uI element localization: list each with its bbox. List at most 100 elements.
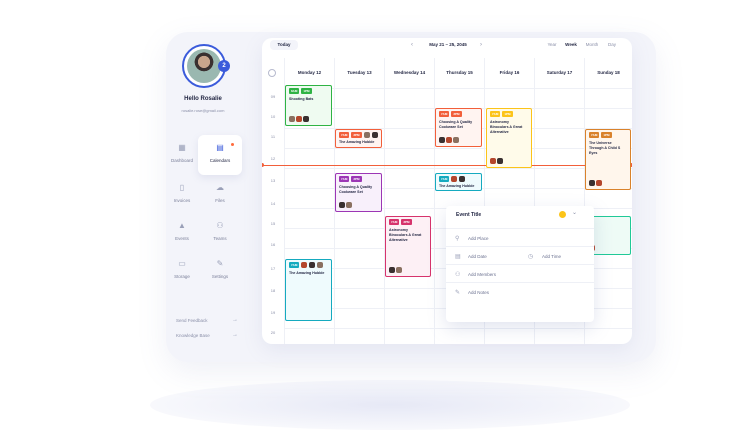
add-date-label[interactable]: Add Date (468, 254, 487, 259)
clock-icon: ◷ (528, 254, 534, 260)
event-card[interactable]: 7AM 3PM Choosing A Quality Cookware Set (435, 108, 482, 147)
link-label: Send Feedback (176, 318, 208, 323)
time-tag: 7AM (439, 111, 450, 117)
add-notes-row[interactable]: ✎ Add Notes (446, 282, 594, 300)
time-tag: 7AM (490, 111, 501, 117)
arrow-right-icon: → (232, 317, 238, 323)
avatar (187, 49, 221, 83)
sidebar-item-label: Calendars (209, 158, 231, 163)
pencil-icon: ✎ (455, 290, 461, 296)
mountain-icon: ▲ (178, 221, 186, 230)
day-divider (434, 58, 435, 344)
next-week-button[interactable]: › (476, 40, 486, 50)
event-card[interactable]: 7AM 3PM Astronomy Binoculars A Great Alte… (385, 216, 431, 277)
hour-label: 17 (270, 266, 276, 271)
event-card[interactable]: 7AM 1PM Astronomy Binoculars A Great Alte… (486, 108, 532, 168)
hour-divider (284, 168, 632, 169)
add-place-label: Add Place (468, 236, 489, 241)
sidebar-item-files[interactable]: ☁ Files (198, 175, 242, 215)
event-title: Astronomy Binoculars A Great Alternative (389, 228, 422, 242)
send-feedback-link[interactable]: Send Feedback → (176, 317, 238, 323)
greeting: Hello Rosalie (184, 96, 222, 102)
tab-day[interactable]: Day (602, 40, 622, 50)
hour-divider (284, 328, 632, 329)
attendee-avatars (589, 180, 602, 186)
hour-label: 16 (270, 242, 276, 247)
invoice-icon: ▯ (179, 183, 185, 192)
event-title: Shooting Bats (289, 97, 314, 101)
day-header: Monday 12 (284, 58, 334, 88)
background-glow (150, 380, 630, 430)
add-place-row[interactable]: ⚲ Add Place (446, 228, 594, 246)
day-header: Saturday 17 (534, 58, 584, 88)
time-tag: 3PM (351, 176, 362, 182)
event-title: The Amazing Hubble (439, 184, 475, 188)
team-icon: ⚇ (216, 221, 224, 230)
add-time-label[interactable]: Add Time (542, 254, 561, 259)
tab-week[interactable]: Week (561, 40, 581, 50)
sidebar-item-calendars[interactable]: ▤ Calendars (198, 135, 242, 175)
event-card[interactable]: 7AM 3PM Choosing A Quality Cookware Set (335, 173, 382, 212)
sidebar-item-label: Storage (174, 274, 190, 279)
add-members-label: Add Members (468, 272, 497, 277)
sidebar-item-label: Teams (213, 236, 227, 241)
location-pin-icon: ⚲ (455, 236, 460, 242)
add-members-row[interactable]: ⚇ Add Members (446, 264, 594, 282)
prev-week-button[interactable]: ‹ (407, 40, 417, 50)
current-time-dot (262, 163, 264, 167)
event-card[interactable]: 7AM The Amazing Hubble (285, 259, 332, 321)
hour-label: 11 (270, 134, 276, 139)
time-tag: 3PM (351, 132, 362, 138)
calendar-icon: ▤ (455, 254, 461, 260)
link-label: Knowledge Base (176, 333, 210, 338)
arrow-right-icon: → (232, 332, 238, 338)
clock-icon (268, 69, 276, 77)
sidebar: 2 Hello Rosalie rosalie.rose@gmail.com ▦… (170, 38, 252, 350)
tab-year[interactable]: Year (542, 40, 562, 50)
color-picker[interactable] (559, 211, 566, 218)
knowledge-base-link[interactable]: Knowledge Base → (176, 332, 238, 338)
event-title: Choosing A Quality Cookware Set (439, 120, 473, 129)
cloud-icon: ☁ (216, 183, 224, 192)
time-tag: 8AM (289, 88, 300, 94)
event-card[interactable]: 7AM 3PM The Amazing Hubble (335, 129, 382, 148)
time-tag: 7AM (589, 132, 600, 138)
time-tag: 1PM (301, 88, 312, 94)
tab-month[interactable]: Month (582, 40, 602, 50)
date-range: May 21 – 25, 2045 (429, 42, 467, 47)
hour-label: 13 (270, 178, 276, 183)
calendar-toolbar: Today ‹ May 21 – 25, 2045 › Year Week Mo… (262, 38, 632, 52)
event-card[interactable]: 8AM 1PM Shooting Bats (285, 85, 332, 126)
attendee-avatars (339, 202, 352, 208)
time-tag: 1PM (502, 111, 513, 117)
event-title: Astronomy Binoculars A Great Alternative (490, 120, 523, 134)
hour-label: 20 (270, 330, 276, 335)
time-tag: 3PM (451, 111, 462, 117)
hour-label: 14 (270, 201, 276, 206)
today-button[interactable]: Today (270, 40, 298, 50)
attendee-avatars (289, 116, 309, 122)
notification-badge[interactable]: 2 (218, 60, 230, 72)
sidebar-item-teams[interactable]: ⚇ Teams (198, 213, 242, 253)
time-tag: 7AM (339, 132, 350, 138)
day-header: Thursday 15 (434, 58, 484, 88)
chat-icon: ▭ (178, 259, 186, 268)
calendar-icon: ▤ (216, 143, 224, 152)
event-card[interactable]: 7AM The Amazing Hubble (435, 173, 482, 191)
time-tag: 3PM (401, 219, 412, 225)
hour-label: 10 (270, 114, 276, 119)
event-title: The Universe Through A Child S Eyes (589, 141, 621, 155)
day-divider (384, 58, 385, 344)
current-time-line (262, 165, 632, 166)
event-editor-popup: Event Title ⌄ ⚲ Add Place ▤ Add Date ◷ A… (446, 206, 594, 322)
event-title-input[interactable]: Event Title (456, 212, 481, 218)
view-switcher: Year Week Month Day (542, 40, 622, 50)
sidebar-item-label: Dashboard (170, 158, 193, 163)
sidebar-item-settings[interactable]: ✎ Settings (198, 251, 242, 291)
day-header: Tuesday 13 (334, 58, 384, 88)
hour-divider (284, 148, 632, 149)
hour-label: 12 (270, 156, 276, 161)
event-card[interactable]: 7AM 1PM The Universe Through A Child S Ey… (585, 129, 631, 190)
event-title: The Amazing Hubble (289, 271, 325, 275)
chevron-down-icon[interactable]: ⌄ (572, 209, 577, 216)
